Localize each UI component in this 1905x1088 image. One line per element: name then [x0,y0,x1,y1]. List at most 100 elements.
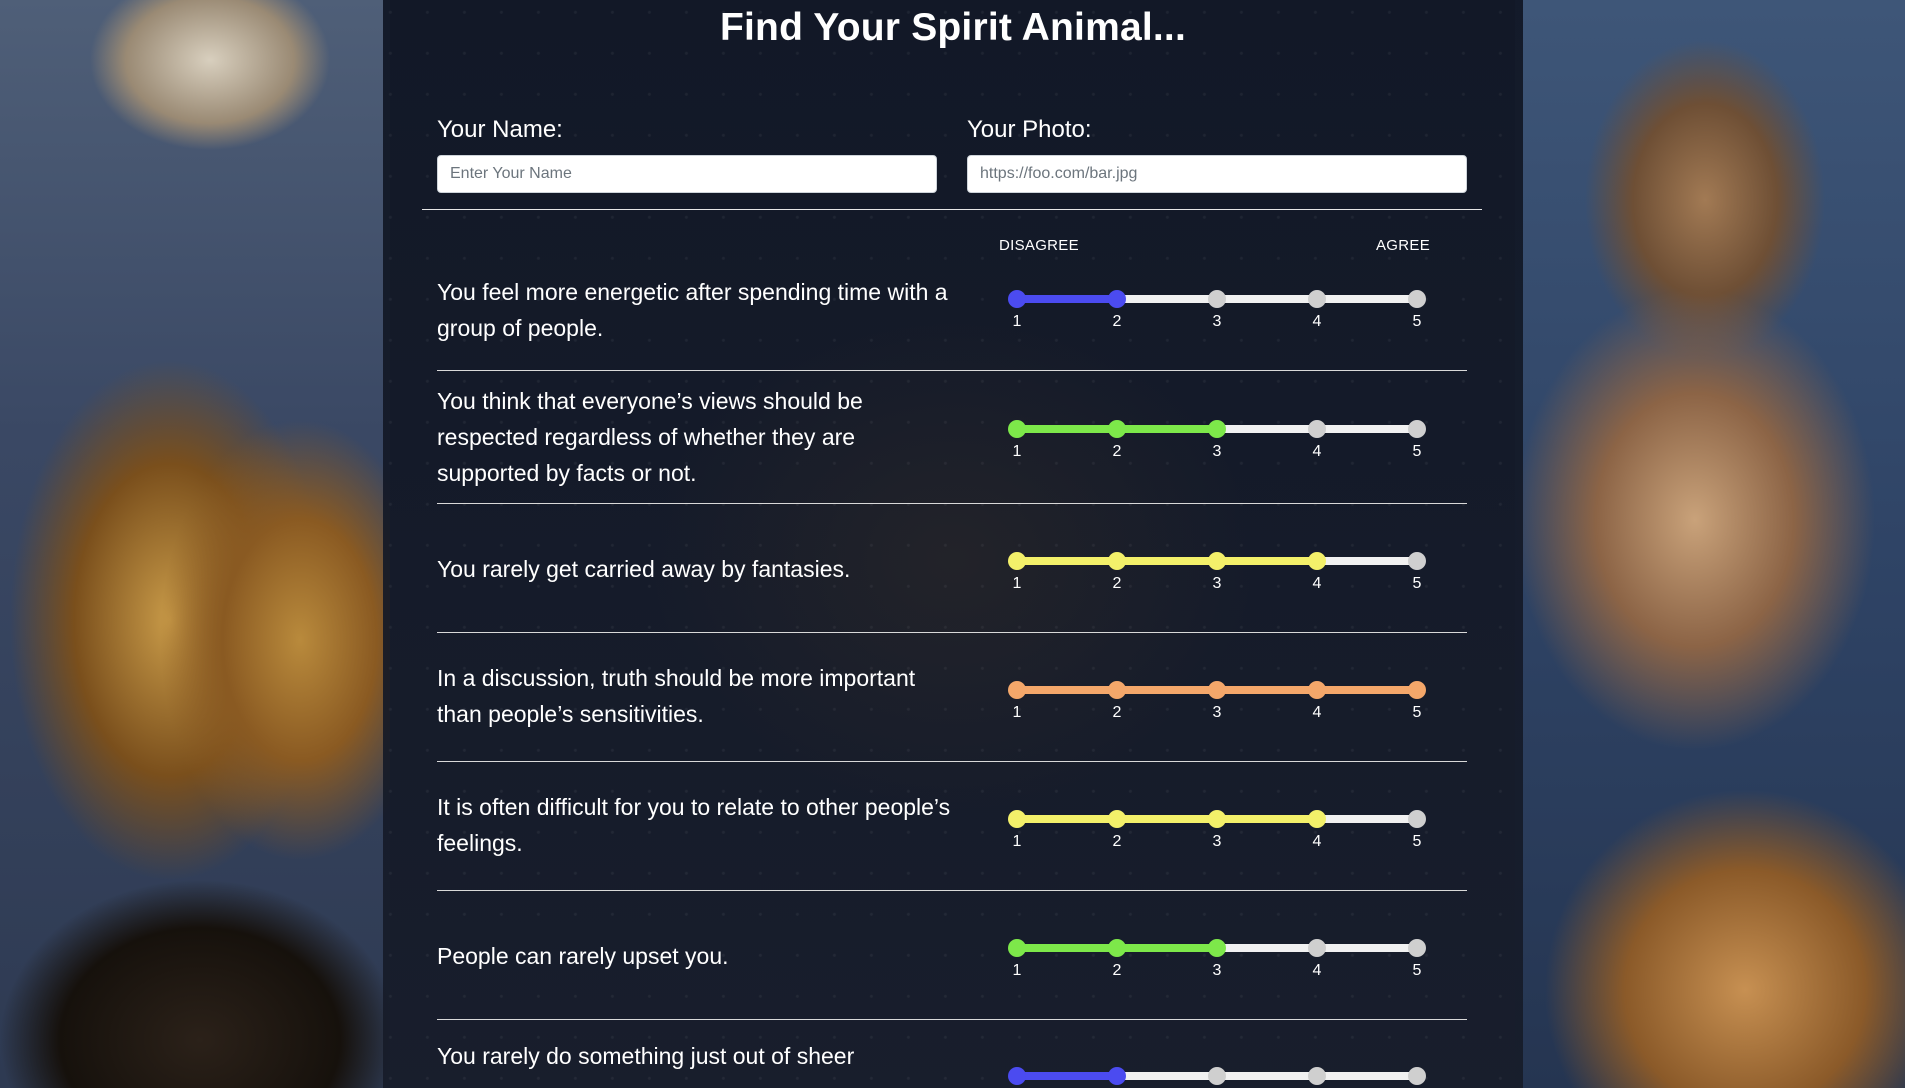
name-input[interactable] [437,155,937,193]
background-wolf-bear-image [1515,0,1905,1088]
slider-stop-5[interactable] [1408,939,1426,957]
slider-tick-label: 5 [1412,313,1422,330]
question-item: You feel more energetic after spending t… [437,262,1467,371]
slider-fill [1017,1072,1117,1080]
agreement-slider[interactable]: 1 2 3 4 5 [1008,420,1426,481]
slider-stop-2[interactable] [1108,810,1126,828]
agreement-slider[interactable]: 12345 [1008,1067,1426,1088]
slider-tick-label: 2 [1112,575,1122,592]
slider-tick-label: 3 [1212,704,1222,721]
slider-stop-5[interactable] [1408,290,1426,308]
slider-tick-label: 4 [1312,833,1322,850]
slider-tick-label: 1 [1012,962,1022,979]
slider-stop-3[interactable] [1208,939,1226,957]
question-item: You rarely get carried away by fantasies… [437,504,1467,633]
question-text: People can rarely upset you. [437,942,729,969]
agreement-slider[interactable]: 1 2 3 4 5 [1008,681,1426,742]
slider-stop-2[interactable] [1108,552,1126,570]
question-text: You feel more energetic after spending t… [437,279,948,341]
slider-tick-label: 3 [1212,443,1222,460]
slider-stop-1[interactable] [1008,1067,1026,1085]
slider-stop-2[interactable] [1108,939,1126,957]
slider-tick-label: 5 [1412,575,1422,592]
slider-tick-label: 2 [1112,443,1122,460]
slider-stop-4[interactable] [1308,552,1326,570]
scale-disagree-label: DISAGREE [999,237,1079,254]
slider-fill [1017,557,1317,565]
slider-tick-label: 1 [1012,313,1022,330]
photo-url-input[interactable] [967,155,1467,193]
slider-stop-4[interactable] [1308,420,1326,438]
slider-stop-3[interactable] [1208,290,1226,308]
slider-tick-label: 3 [1212,962,1222,979]
slider-stop-4[interactable] [1308,290,1326,308]
slider-stop-2[interactable] [1108,420,1126,438]
page-title: Find Your Spirit Animal... [719,6,1186,49]
agreement-slider[interactable]: 1 2 3 4 5 [1008,552,1426,613]
slider-tick-label: 2 [1112,962,1122,979]
slider-tick-label: 5 [1412,704,1422,721]
slider-tick-label: 4 [1312,313,1322,330]
slider-stop-3[interactable] [1208,681,1226,699]
slider-stop-2[interactable] [1108,681,1126,699]
slider-tick-label: 4 [1312,575,1322,592]
agreement-slider[interactable]: 1 2 3 4 5 [1008,290,1426,351]
slider-tick-label: 3 [1212,313,1222,330]
slider-stop-4[interactable] [1308,939,1326,957]
slider-stop-5[interactable] [1408,681,1426,699]
slider-tick-label: 5 [1412,443,1422,460]
slider-stop-4[interactable] [1308,681,1326,699]
slider-stop-1[interactable] [1008,810,1026,828]
question-text: You think that everyone’s views should b… [437,388,863,486]
name-label: Your Name: [437,116,563,143]
slider-tick-label: 3 [1212,575,1222,592]
form-divider [422,209,1482,210]
slider-stop-5[interactable] [1408,420,1426,438]
slider-tick-label: 1 [1012,443,1022,460]
slider-tick-label: 2 [1112,704,1122,721]
question-text: In a discussion, truth should be more im… [437,665,916,727]
agreement-slider[interactable]: 1 2 3 4 5 [1008,939,1426,1000]
slider-stop-1[interactable] [1008,420,1026,438]
slider-stop-1[interactable] [1008,290,1026,308]
question-text: You rarely get carried away by fantasies… [437,555,851,582]
background-moose-image [0,0,390,1088]
slider-tick-label: 2 [1112,313,1122,330]
question-item: It is often difficult for you to relate … [437,762,1467,891]
slider-stop-5[interactable] [1408,1067,1426,1085]
question-text: You rarely do something just out of shee… [437,1043,855,1069]
slider-stop-5[interactable] [1408,810,1426,828]
slider-stop-1[interactable] [1008,939,1026,957]
agreement-slider[interactable]: 1 2 3 4 5 [1008,810,1426,871]
slider-tick-label: 1 [1012,575,1022,592]
slider-tick-label: 4 [1312,443,1322,460]
question-item: You think that everyone’s views should b… [437,371,1467,504]
slider-stop-3[interactable] [1208,420,1226,438]
scale-agree-label: AGREE [1376,237,1431,254]
slider-fill [1017,295,1117,303]
slider-tick-label: 4 [1312,962,1322,979]
photo-label: Your Photo: [967,116,1092,143]
slider-stop-3[interactable] [1208,552,1226,570]
slider-tick-label: 1 [1012,704,1022,721]
slider-stop-5[interactable] [1408,552,1426,570]
question-item: People can rarely upset you. 1 2 3 4 5 [437,891,1467,1020]
slider-tick-label: 4 [1312,704,1322,721]
slider-tick-label: 1 [1012,833,1022,850]
question-item: You rarely do something just out of shee… [437,1020,1467,1088]
slider-stop-4[interactable] [1308,1067,1326,1085]
slider-tick-label: 2 [1112,833,1122,850]
slider-stop-4[interactable] [1308,810,1326,828]
slider-stop-2[interactable] [1108,1067,1126,1085]
slider-stop-1[interactable] [1008,681,1026,699]
slider-tick-label: 5 [1412,833,1422,850]
quiz-panel: Find Your Spirit Animal... Your Name: Yo… [383,0,1523,1088]
slider-stop-3[interactable] [1208,1067,1226,1085]
slider-stop-2[interactable] [1108,290,1126,308]
slider-stop-1[interactable] [1008,552,1026,570]
slider-stop-3[interactable] [1208,810,1226,828]
slider-fill [1017,815,1317,823]
question-text: It is often difficult for you to relate … [437,794,951,856]
slider-tick-label: 3 [1212,833,1222,850]
slider-tick-label: 5 [1412,962,1422,979]
